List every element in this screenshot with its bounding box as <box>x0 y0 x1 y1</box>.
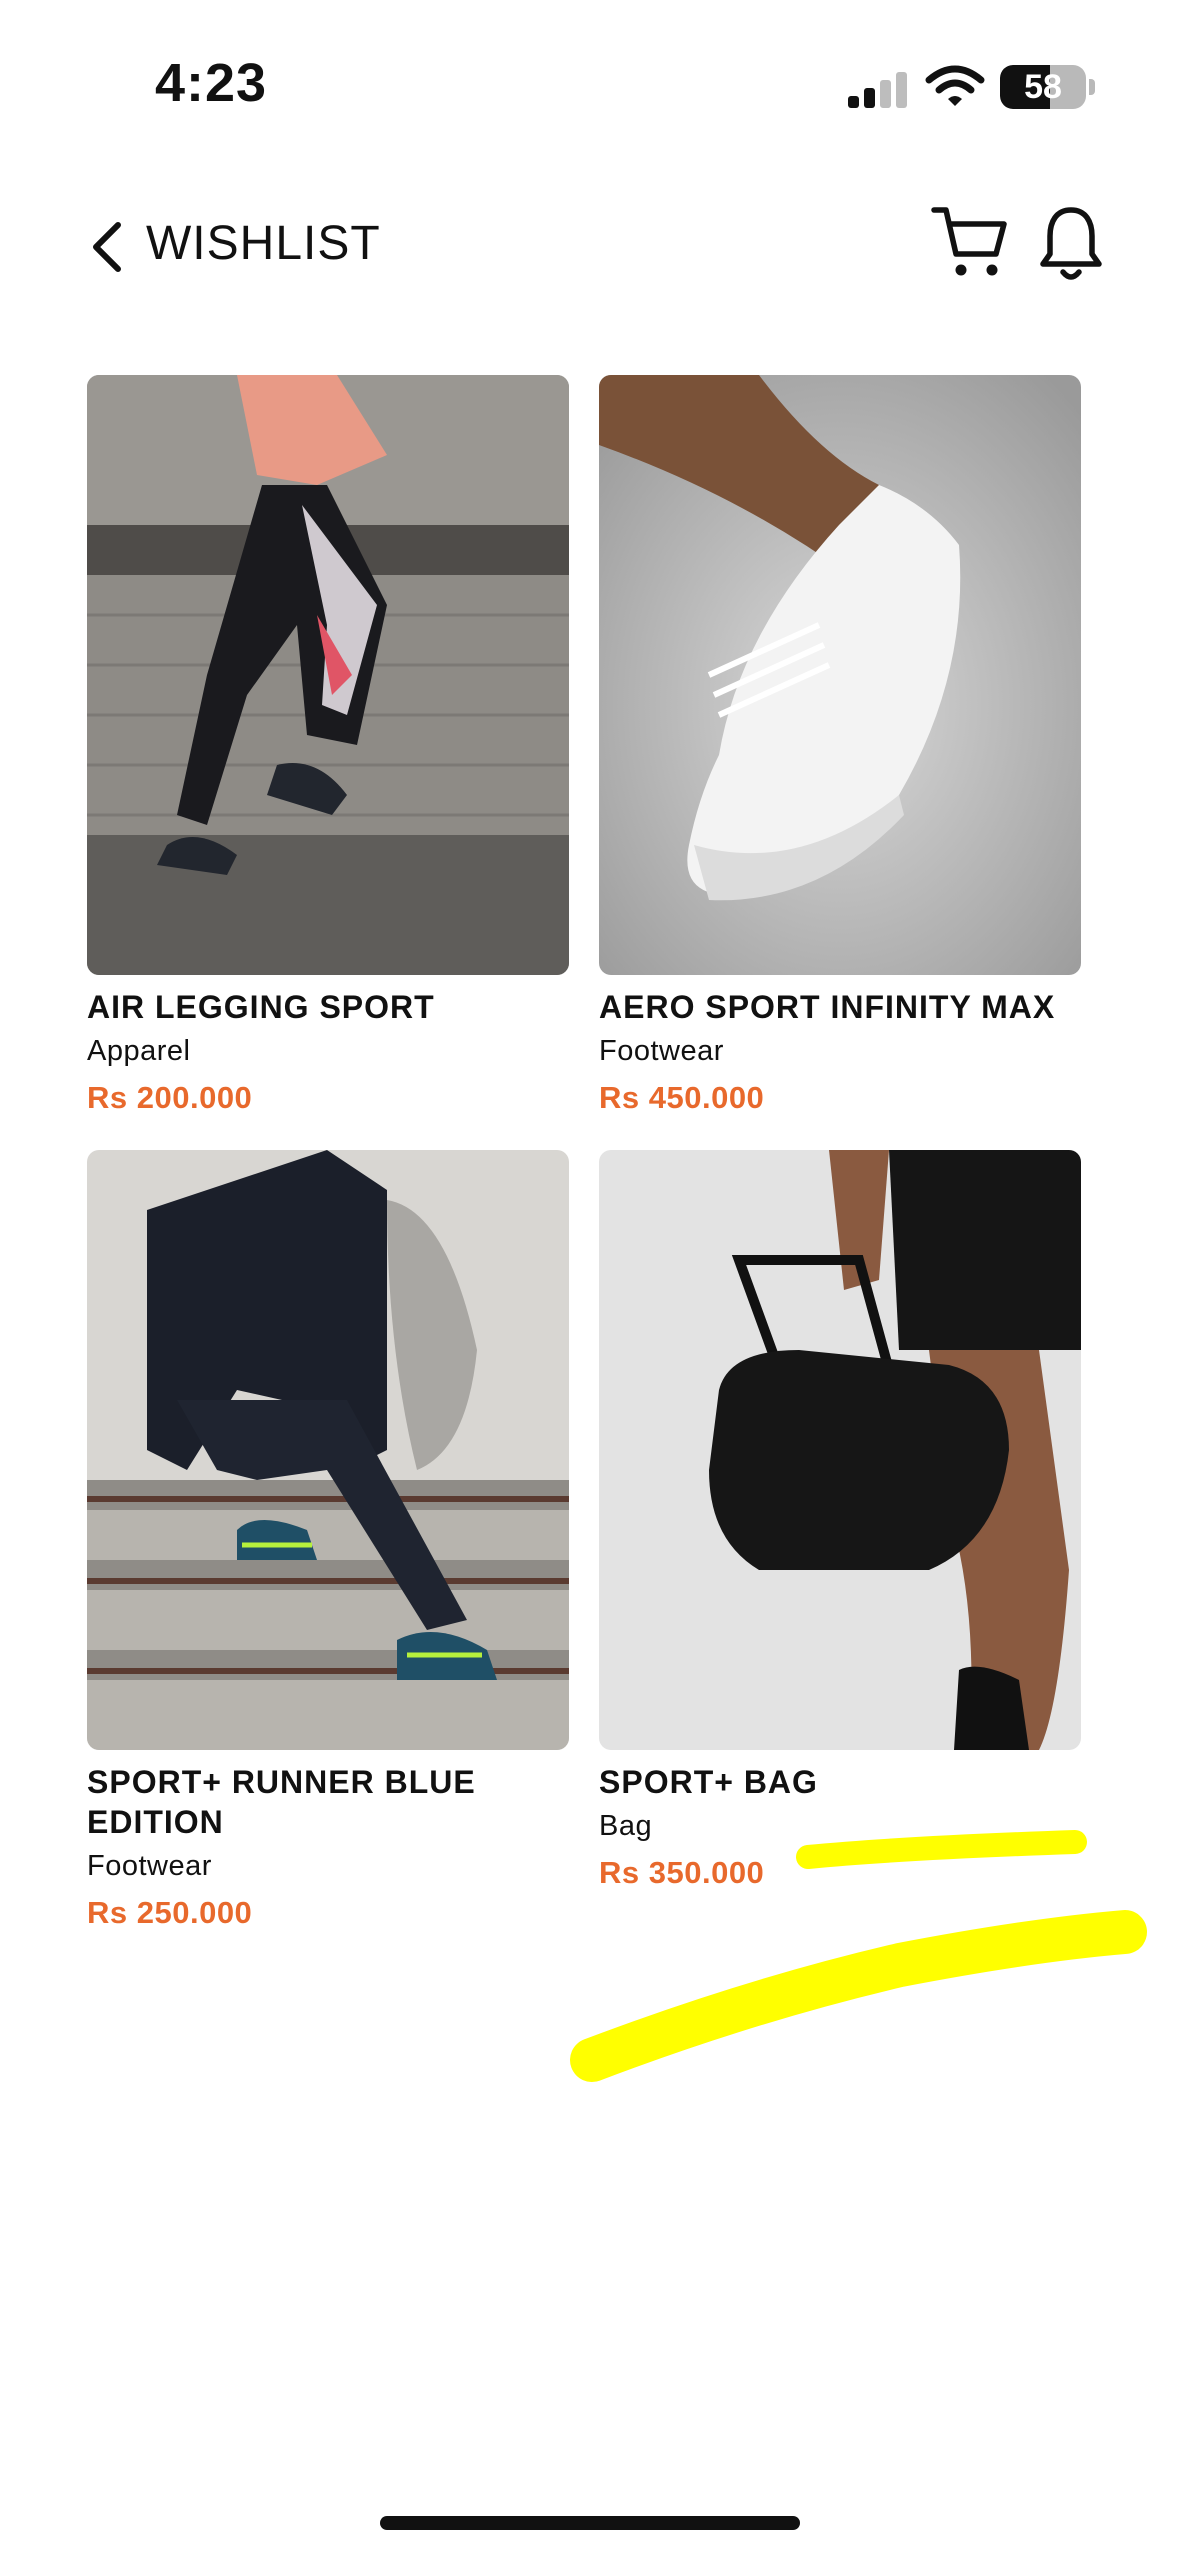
product-name: AIR LEGGING SPORT <box>87 989 435 1025</box>
battery-cap <box>1089 79 1095 95</box>
product-category: Footwear <box>87 1850 212 1882</box>
product-image[interactable] <box>87 375 569 975</box>
cart-icon <box>931 207 1007 276</box>
product-price: Rs 350.000 <box>599 1855 765 1890</box>
product-price: Rs 450.000 <box>599 1080 765 1115</box>
product-name: SPORT+ BAG <box>599 1764 818 1800</box>
cellular-signal-icon <box>848 72 907 108</box>
product-price: Rs 200.000 <box>87 1080 253 1115</box>
wifi-icon <box>925 64 985 108</box>
chevron-left-icon <box>93 222 121 272</box>
product-category: Bag <box>599 1810 653 1842</box>
product-price: Rs 250.000 <box>87 1895 253 1930</box>
product-category: Footwear <box>599 1035 724 1067</box>
back-button[interactable] <box>82 212 132 282</box>
battery-icon: 58 <box>1000 65 1086 109</box>
page-title: WISHLIST <box>146 217 381 270</box>
bell-icon <box>1040 207 1102 280</box>
notifications-button[interactable] <box>1038 204 1104 284</box>
battery-level: 58 <box>1024 68 1062 106</box>
home-indicator[interactable] <box>380 2516 800 2530</box>
product-image[interactable] <box>87 1150 569 1750</box>
product-name: SPORT+ RUNNER BLUE EDITION <box>87 1764 476 1840</box>
product-name: AERO SPORT INFINITY MAX <box>599 989 1056 1025</box>
cart-button[interactable] <box>930 202 1010 282</box>
product-category: Apparel <box>87 1035 191 1067</box>
product-image[interactable] <box>599 375 1081 975</box>
status-time: 4:23 <box>155 53 268 113</box>
product-image[interactable] <box>599 1150 1081 1750</box>
